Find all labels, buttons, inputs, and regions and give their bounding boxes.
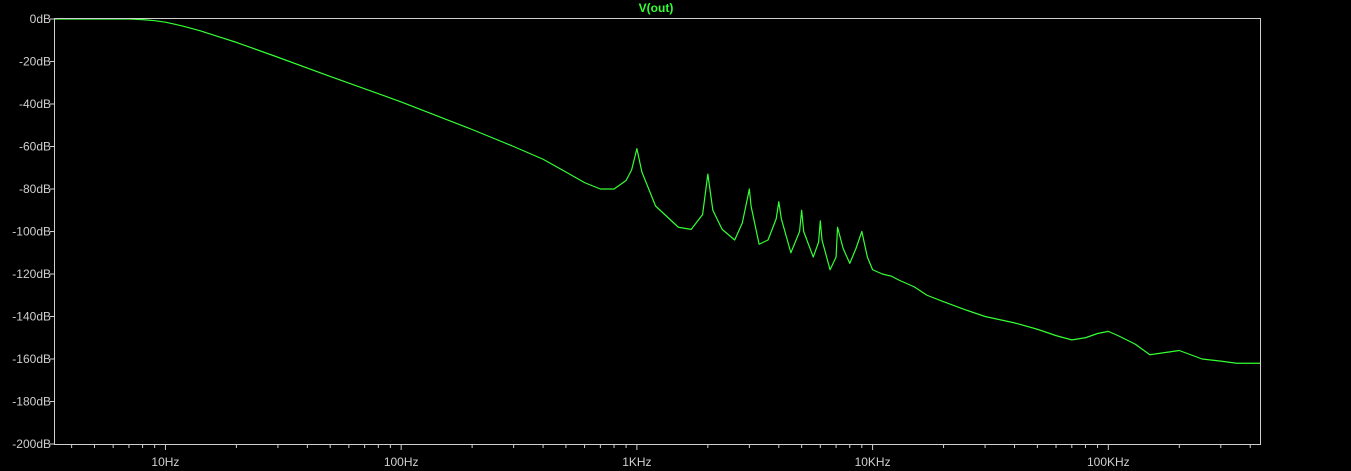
x-tick-label: 10Hz [151,455,179,469]
plot-background [0,0,1351,471]
y-tick-label: -120dB [12,267,51,281]
bode-plot: V(out) 0dB -20dB -40dB -60dB -80dB -100dB -120… [0,0,1351,471]
y-tick-label: -80dB [19,182,51,196]
y-tick-label: -20dB [19,55,51,69]
x-tick-label: 1KHz [622,455,651,469]
y-tick-label: -140dB [12,310,51,324]
y-tick-label: -160dB [12,352,51,366]
y-tick-label: -60dB [19,140,51,154]
x-tick-label: 100KHz [1087,455,1130,469]
x-tick-label: 10KHz [855,455,891,469]
y-tick-label: -200dB [12,437,51,451]
y-tick-label: -180dB [12,395,51,409]
y-tick-label: 0dB [30,12,51,26]
trace-title[interactable]: V(out) [639,1,674,15]
x-tick-label: 100Hz [384,455,419,469]
y-tick-label: -40dB [19,97,51,111]
y-tick-label: -100dB [12,225,51,239]
